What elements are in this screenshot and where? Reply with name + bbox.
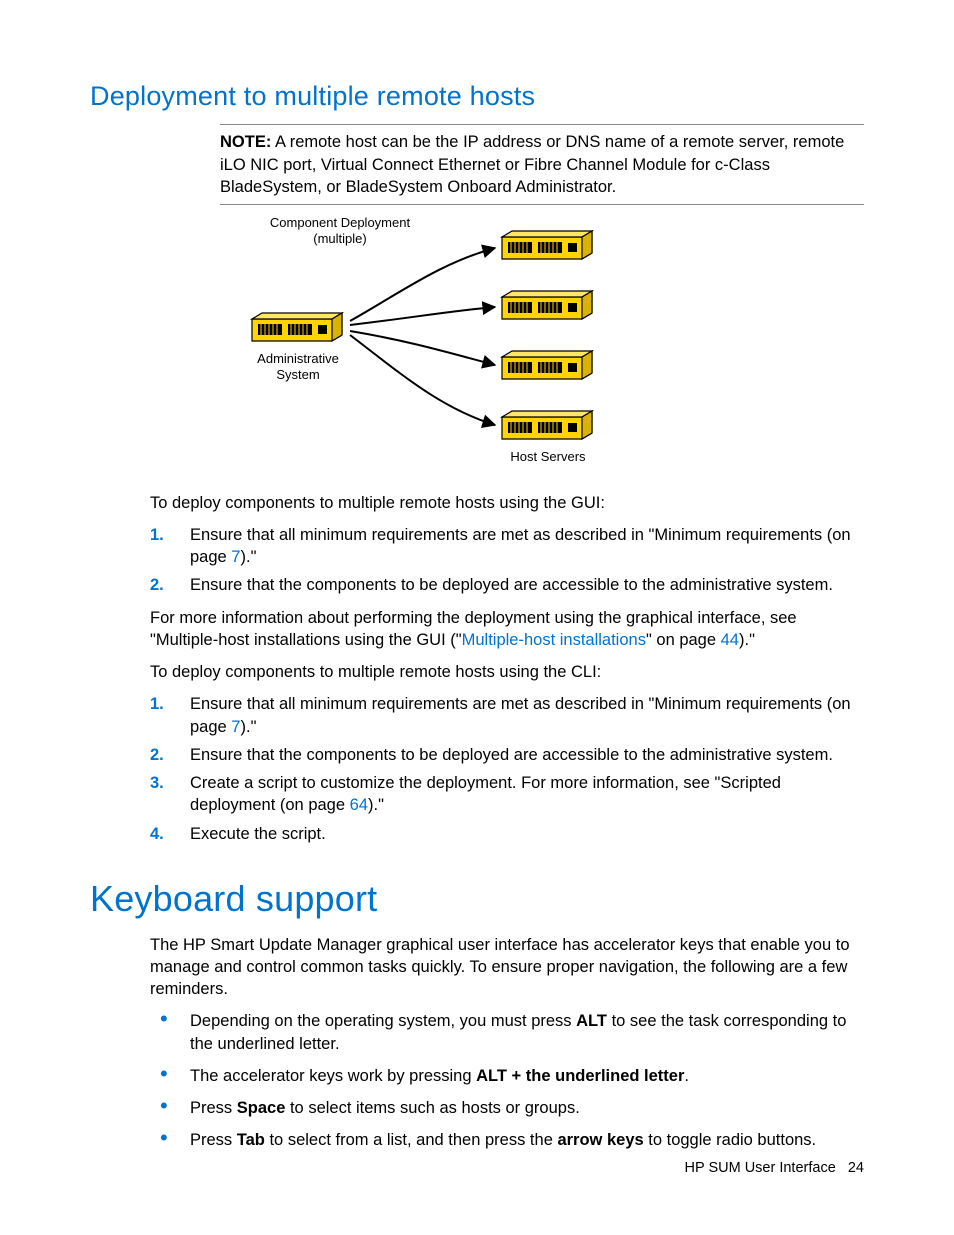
text: The accelerator keys work by pressing [190,1067,476,1085]
keyboard-bullets: Depending on the operating system, you m… [150,1010,864,1151]
text: " on page [646,631,721,649]
step-text: Ensure that the components to be deploye… [190,746,833,764]
list-item: 1. Ensure that all minimum requirements … [150,524,864,569]
bold: ALT + the underlined letter [476,1067,684,1085]
bold: arrow keys [557,1131,643,1149]
bold: Space [237,1099,286,1117]
list-item: 3. Create a script to customize the depl… [150,772,864,817]
text: to toggle radio buttons. [644,1131,816,1149]
step-text: Ensure that all minimum requirements are… [190,695,851,735]
text: Press [190,1099,237,1117]
list-item: 4. Execute the script. [150,823,864,845]
text: )." [739,631,755,649]
page-link[interactable]: 64 [350,796,368,814]
heading-deployment: Deployment to multiple remote hosts [90,78,864,114]
bold: ALT [576,1012,607,1030]
diagram-label-top2: (multiple) [313,231,366,246]
text: to select items such as hosts or groups. [285,1099,579,1117]
text: Press [190,1131,237,1149]
footer-text: HP SUM User Interface [685,1160,836,1176]
page: Deployment to multiple remote hosts NOTE… [0,0,954,1235]
link-multiple-host[interactable]: Multiple-host installations [462,631,646,649]
step-number: 2. [150,744,180,766]
diagram-label-admin2: System [276,367,319,382]
list-item: Press Tab to select from a list, and the… [150,1129,864,1151]
cli-intro: To deploy components to multiple remote … [150,661,864,683]
step-number: 2. [150,574,180,596]
list-item: Depending on the operating system, you m… [150,1010,864,1055]
step-number: 4. [150,823,180,845]
heading-keyboard-support: Keyboard support [90,875,864,924]
step-text: Create a script to customize the deploym… [190,774,781,814]
step-number: 1. [150,693,180,715]
more-info: For more information about performing th… [150,607,864,652]
text: . [684,1067,689,1085]
keyboard-intro: The HP Smart Update Manager graphical us… [150,934,864,1001]
step-text: Execute the script. [190,825,326,843]
note-text: A remote host can be the IP address or D… [220,133,844,196]
list-item: 2. Ensure that the components to be depl… [150,744,864,766]
step-text: Ensure that all minimum requirements are… [190,526,851,566]
list-item: 2. Ensure that the components to be depl… [150,574,864,596]
cli-steps: 1. Ensure that all minimum requirements … [150,693,864,845]
bold: Tab [237,1131,265,1149]
page-footer: HP SUM User Interface 24 [685,1159,864,1179]
step-number: 3. [150,772,180,794]
list-item: 1. Ensure that all minimum requirements … [150,693,864,738]
list-item: Press Space to select items such as host… [150,1097,864,1119]
page-link[interactable]: 44 [721,631,739,649]
deployment-diagram: Component Deployment (multiple) Administ… [170,213,864,479]
note-box: NOTE: A remote host can be the IP addres… [220,124,864,205]
text: Depending on the operating system, you m… [190,1012,576,1030]
list-item: The accelerator keys work by pressing AL… [150,1065,864,1087]
step-text-post: )." [368,796,384,814]
footer-page: 24 [848,1160,864,1176]
step-text: Ensure that the components to be deploye… [190,576,833,594]
diagram-label-hosts: Host Servers [510,449,586,464]
gui-steps: 1. Ensure that all minimum requirements … [150,524,864,597]
text: to select from a list, and then press th… [265,1131,558,1149]
step-text-post: )." [240,718,256,736]
diagram-label-admin1: Administrative [257,351,339,366]
note-label: NOTE: [220,133,271,151]
step-number: 1. [150,524,180,546]
step-text-post: )." [240,548,256,566]
gui-intro: To deploy components to multiple remote … [150,492,864,514]
diagram-label-top1: Component Deployment [270,215,411,230]
